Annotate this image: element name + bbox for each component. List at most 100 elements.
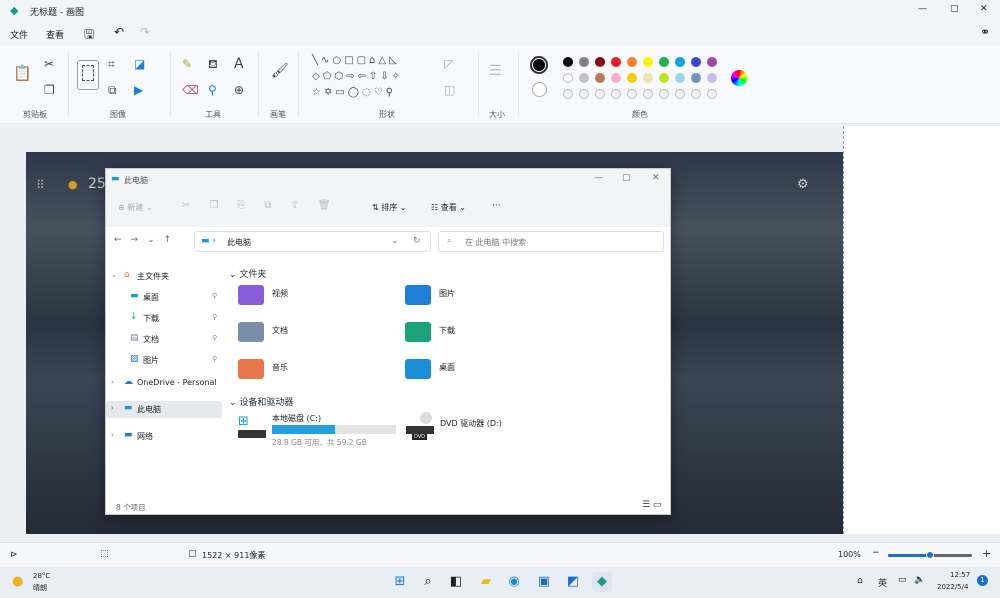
folder-item[interactable]: 下载 — [403, 320, 553, 348]
color-swatch[interactable] — [595, 57, 605, 67]
zoom-slider-thumb[interactable] — [926, 551, 934, 559]
folder-item[interactable]: 文档 — [236, 320, 386, 348]
save-icon[interactable]: 🖫 — [84, 25, 94, 46]
zoom-level[interactable]: 100% — [838, 550, 861, 559]
start-icon[interactable]: ⊞ — [390, 572, 410, 592]
zoom-in-button[interactable]: + — [982, 547, 991, 560]
undo-icon[interactable]: ↶ — [114, 25, 124, 39]
copy-icon[interactable]: ❐ — [44, 84, 55, 96]
nav-item[interactable]: ▤ 文档 ⚲ — [106, 331, 222, 348]
color-swatch[interactable] — [659, 73, 669, 83]
custom-color-slot[interactable] — [691, 89, 701, 99]
select-button[interactable] — [77, 60, 99, 90]
tray-overflow-icon[interactable]: ⌂ — [857, 576, 863, 586]
folders-heading[interactable]: ⌄ 文件夹 — [229, 267, 266, 280]
canvas[interactable] — [843, 126, 1000, 534]
color-swatch[interactable] — [579, 73, 589, 83]
custom-color-slot[interactable] — [643, 89, 653, 99]
menu-view[interactable]: 查看 — [46, 28, 64, 41]
custom-color-slot[interactable] — [563, 89, 573, 99]
custom-color-slot[interactable] — [707, 89, 717, 99]
custom-color-slot[interactable] — [579, 89, 589, 99]
minimize-button[interactable]: — — [918, 4, 927, 14]
clock-date[interactable]: 2022/5/4 — [937, 583, 968, 591]
edge-icon[interactable]: ◉ — [504, 572, 524, 592]
shape-fill-icon[interactable]: ◫ — [444, 84, 455, 96]
color-swatch[interactable] — [627, 57, 637, 67]
paint-taskbar-icon[interactable]: ◆ — [592, 572, 612, 592]
color-swatch[interactable] — [691, 57, 701, 67]
weather-sun-icon[interactable]: ● — [12, 574, 23, 589]
text-icon[interactable]: A — [234, 57, 244, 71]
nav-item[interactable]: ↓ 下载 ⚲ — [106, 310, 222, 327]
custom-color-slot[interactable] — [627, 89, 637, 99]
shapes-row-3[interactable]: ☆✡▭◯◌♡⚲ — [312, 88, 396, 98]
fill-icon[interactable]: ⛾ — [208, 58, 218, 70]
volume-icon[interactable]: 🔈 — [914, 575, 925, 585]
nav-item[interactable]: ▬ 桌面 ⚲ — [106, 289, 222, 306]
outline-icon[interactable]: ◸ — [444, 58, 453, 70]
color-swatch[interactable] — [611, 57, 621, 67]
chevron-down-icon[interactable]: ⌄ — [111, 271, 117, 279]
custom-color-slot[interactable] — [675, 89, 685, 99]
new-button[interactable]: ⊕ 新建 ⌄ — [118, 202, 153, 213]
color-swatch[interactable] — [563, 57, 573, 67]
color-swatch[interactable] — [595, 73, 605, 83]
notification-badge[interactable]: 1 — [977, 575, 988, 586]
color-swatch[interactable] — [579, 57, 589, 67]
folder-item[interactable]: 图片 — [403, 283, 553, 311]
color-swatch[interactable] — [691, 73, 701, 83]
chevron-right-icon[interactable]: › — [111, 431, 114, 439]
secondary-color[interactable] — [532, 82, 547, 97]
custom-color-slot[interactable] — [595, 89, 605, 99]
nav-item[interactable]: ▨ 图片 ⚲ — [106, 352, 222, 369]
sort-button[interactable]: ⇅ 排序 ⌄ — [372, 202, 407, 213]
nav-item[interactable]: › ▬ 网络 — [106, 428, 222, 445]
pencil-icon[interactable]: ✎ — [182, 58, 192, 70]
rotate-icon[interactable]: ▶ — [134, 84, 143, 96]
nav-arrows[interactable]: ←→⌄↑ — [114, 235, 180, 245]
drive-d[interactable]: DVD DVD 驱动器 (D:) — [404, 412, 534, 448]
brush-icon[interactable]: 🖌 — [271, 64, 289, 78]
color-swatch[interactable] — [675, 57, 685, 67]
color-swatch[interactable] — [611, 73, 621, 83]
clock-time[interactable]: 12:57 — [950, 571, 970, 579]
file-explorer-icon[interactable]: ▰ — [476, 572, 496, 592]
nav-item[interactable]: ⌄ ⌂ 主文件夹 — [106, 268, 222, 285]
custom-color-slot[interactable] — [659, 89, 669, 99]
explorer-maximize[interactable]: ▢ — [622, 173, 631, 183]
chevron-down-icon[interactable]: ⌄ — [391, 236, 399, 246]
crop-icon[interactable]: ⌗ — [108, 58, 115, 70]
view-button[interactable]: ☷ 查看 ⌄ — [431, 202, 466, 213]
search-box[interactable]: ⌕ 在 此电脑 中搜索 — [438, 231, 664, 252]
shapes-row-2[interactable]: ◇⬠⬡⇨⇦⇧⇩✧ — [312, 72, 403, 82]
close-button[interactable]: ✕ — [980, 4, 988, 14]
zoom-out-button[interactable]: − — [872, 548, 880, 558]
color-swatch[interactable] — [627, 73, 637, 83]
drives-heading[interactable]: ⌄ 设备和驱动器 — [229, 395, 293, 408]
more-button[interactable]: ··· — [492, 201, 501, 211]
folder-item[interactable]: 音乐 — [236, 357, 386, 385]
eraser-icon[interactable]: ⌫ — [182, 84, 199, 96]
cut-icon[interactable]: ✂ — [44, 58, 54, 70]
photos-icon[interactable]: ◩ — [563, 572, 583, 592]
maximize-button[interactable]: ▢ — [950, 4, 959, 14]
chevron-right-icon[interactable]: › — [111, 404, 114, 412]
color-swatch[interactable] — [707, 57, 717, 67]
color-swatch[interactable] — [659, 57, 669, 67]
details-view-icon[interactable]: ☰ ▭ — [642, 500, 661, 510]
folder-item[interactable]: 桌面 — [403, 357, 553, 385]
magnifier-icon[interactable]: ⊕ — [234, 84, 244, 96]
share-icon[interactable]: ⚭ — [980, 25, 990, 39]
search-icon[interactable]: ⌕ — [418, 572, 438, 592]
explorer-minimize[interactable]: — — [594, 173, 603, 183]
color-swatch[interactable] — [675, 73, 685, 83]
file-action-icons[interactable]: ✂❐⎘⧉⇪🗑 — [182, 200, 350, 211]
shapes-row-1[interactable]: ╲∿○□▢⌂△◺ — [312, 56, 400, 66]
image-transform-icon[interactable]: ◪ — [134, 58, 145, 70]
color-picker-icon[interactable]: ⚲ — [208, 84, 217, 96]
edit-colors-icon[interactable] — [731, 70, 747, 86]
ime-indicator[interactable]: 英 — [878, 576, 887, 589]
size-icon[interactable]: ☰ — [489, 64, 502, 78]
network-icon[interactable]: ▭ — [898, 575, 907, 585]
